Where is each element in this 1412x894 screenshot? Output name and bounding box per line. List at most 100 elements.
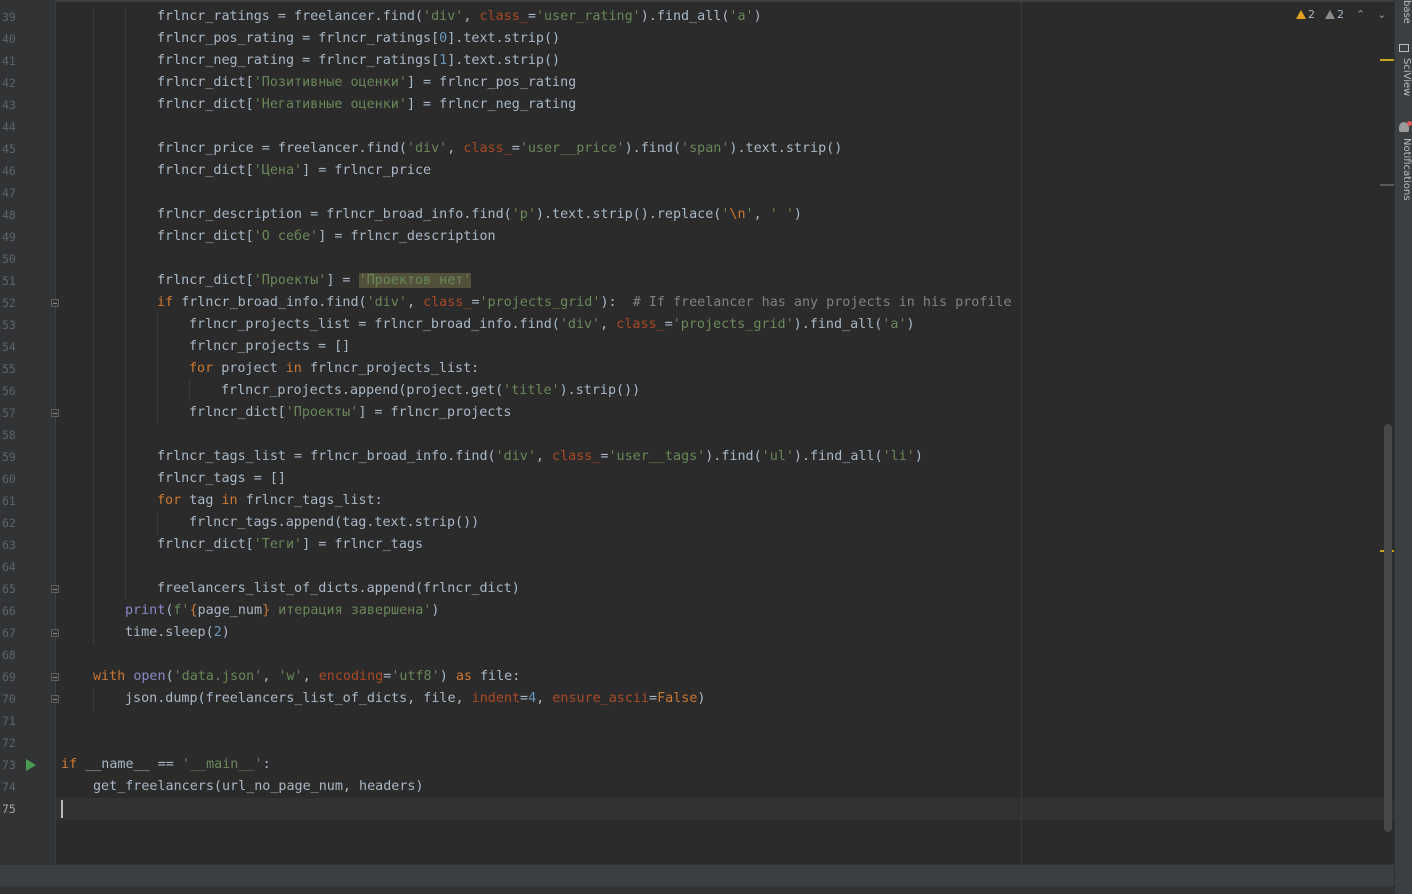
fold-marker-icon[interactable] bbox=[51, 585, 59, 593]
code-line[interactable]: frlncr_projects.append(project.get('titl… bbox=[221, 380, 640, 402]
line-number[interactable]: 54 bbox=[2, 336, 18, 358]
code-line[interactable]: frlncr_dict['О себе'] = frlncr_descripti… bbox=[157, 226, 496, 248]
warnings-indicator[interactable]: 2 bbox=[1296, 8, 1315, 21]
code-line[interactable]: frlncr_description = frlncr_broad_info.f… bbox=[157, 204, 802, 226]
line-number[interactable]: 68 bbox=[2, 644, 18, 666]
line-number[interactable]: 46 bbox=[2, 160, 18, 182]
vertical-scrollbar[interactable] bbox=[1384, 424, 1392, 832]
line-number[interactable]: 60 bbox=[2, 468, 18, 490]
line-number[interactable]: 67 bbox=[2, 622, 18, 644]
code-line[interactable]: if __name__ == '__main__': bbox=[61, 754, 271, 776]
line-number-gutter[interactable]: 39 40 41 42 43 44 45 46 47 48 49 50 51 52 53 54 55 56 57 58… bbox=[0, 0, 56, 864]
tool-window-base[interactable]: base bbox=[1396, 0, 1412, 24]
line-number[interactable]: 71 bbox=[2, 710, 18, 732]
warning-stripe-mark[interactable] bbox=[1380, 59, 1394, 61]
line-number[interactable]: 72 bbox=[2, 732, 18, 754]
code-token: 'Проекты' bbox=[285, 405, 359, 420]
code-line[interactable]: for project in frlncr_projects_list: bbox=[189, 358, 479, 380]
code-token: ] = frlncr_tags bbox=[302, 537, 424, 552]
weak-warning-stripe-mark[interactable] bbox=[1380, 184, 1394, 186]
line-number[interactable]: 47 bbox=[2, 182, 18, 204]
indent-guide bbox=[125, 270, 126, 292]
line-number[interactable]: 69 bbox=[2, 666, 18, 688]
fold-marker-icon[interactable] bbox=[51, 409, 59, 417]
indent-guide bbox=[125, 50, 126, 72]
line-number[interactable]: 57 bbox=[2, 402, 18, 424]
weak-warnings-indicator[interactable]: 2 bbox=[1325, 8, 1344, 21]
code-line[interactable]: print(f'{page_num} итерация завершена') bbox=[125, 600, 439, 622]
indent-guide bbox=[125, 226, 126, 248]
code-token: 'projects_grid' bbox=[479, 295, 601, 310]
code-line[interactable]: frlncr_dict['Проекты'] = 'Проектов нет' bbox=[157, 270, 472, 292]
code-line[interactable]: time.sleep(2) bbox=[125, 622, 230, 644]
code-token: : bbox=[262, 757, 271, 772]
code-token: = bbox=[511, 141, 520, 156]
code-line[interactable]: json.dump(freelancers_list_of_dicts, fil… bbox=[125, 688, 705, 710]
line-number[interactable]: 44 bbox=[2, 116, 18, 138]
code-token: 'a' bbox=[729, 9, 754, 24]
indent-guide bbox=[125, 336, 126, 358]
line-number[interactable]: 61 bbox=[2, 490, 18, 512]
line-number[interactable]: 53 bbox=[2, 314, 18, 336]
line-number[interactable]: 64 bbox=[2, 556, 18, 578]
code-line[interactable]: frlncr_pos_rating = frlncr_ratings[0].te… bbox=[157, 28, 560, 50]
line-number[interactable]: 73 bbox=[2, 754, 18, 776]
code-token: file: bbox=[480, 669, 521, 684]
code-token: frlncr_dict[ bbox=[157, 75, 254, 90]
code-line[interactable]: frlncr_tags = [] bbox=[157, 468, 286, 490]
code-line[interactable]: frlncr_projects = [] bbox=[189, 336, 350, 358]
line-number[interactable]: 74 bbox=[2, 776, 18, 798]
code-line[interactable]: for tag in frlncr_tags_list: bbox=[157, 490, 383, 512]
line-number[interactable]: 62 bbox=[2, 512, 18, 534]
code-line[interactable]: frlncr_neg_rating = frlncr_ratings[1].te… bbox=[157, 50, 560, 72]
line-number[interactable]: 70 bbox=[2, 688, 18, 710]
code-line[interactable]: frlncr_ratings = freelancer.find('div', … bbox=[157, 6, 762, 28]
line-number[interactable]: 63 bbox=[2, 534, 18, 556]
inspection-widget[interactable]: 2 2 ⌃ ⌄ bbox=[1296, 8, 1386, 21]
line-number[interactable]: 42 bbox=[2, 72, 18, 94]
tool-window-sciview[interactable]: SciView bbox=[1396, 58, 1412, 96]
code-line[interactable]: frlncr_tags.append(tag.text.strip()) bbox=[189, 512, 479, 534]
line-number[interactable]: 55 bbox=[2, 358, 18, 380]
line-number[interactable]: 49 bbox=[2, 226, 18, 248]
code-line[interactable]: if frlncr_broad_info.find('div', class_=… bbox=[157, 292, 1012, 314]
line-number[interactable]: 43 bbox=[2, 94, 18, 116]
line-number[interactable]: 65 bbox=[2, 578, 18, 600]
next-highlight-icon[interactable]: ⌄ bbox=[1377, 8, 1386, 21]
fold-marker-icon[interactable] bbox=[51, 629, 59, 637]
previous-highlight-icon[interactable]: ⌃ bbox=[1356, 8, 1365, 21]
indent-guide bbox=[125, 292, 126, 314]
tool-window-notifications[interactable]: Notifications bbox=[1396, 138, 1412, 201]
line-number[interactable]: 52 bbox=[2, 292, 18, 314]
line-number[interactable]: 59 bbox=[2, 446, 18, 468]
code-token: ) bbox=[753, 9, 762, 24]
line-number[interactable]: 50 bbox=[2, 248, 18, 270]
run-gutter-icon[interactable] bbox=[26, 759, 36, 771]
fold-marker-icon[interactable] bbox=[51, 299, 59, 307]
code-line[interactable]: frlncr_dict['Позитивные оценки'] = frlnc… bbox=[157, 72, 576, 94]
fold-marker-icon[interactable] bbox=[51, 673, 59, 681]
code-line[interactable]: get_freelancers(url_no_page_num, headers… bbox=[93, 776, 424, 798]
line-number[interactable]: 56 bbox=[2, 380, 18, 402]
fold-marker-icon[interactable] bbox=[51, 695, 59, 703]
line-number[interactable]: 39 bbox=[2, 6, 18, 28]
code-line[interactable]: frlncr_dict['Теги'] = frlncr_tags bbox=[157, 534, 423, 556]
line-number[interactable]: 75 bbox=[2, 798, 18, 820]
code-token: ).strip()) bbox=[559, 383, 641, 398]
line-number[interactable]: 40 bbox=[2, 28, 18, 50]
line-number[interactable]: 58 bbox=[2, 424, 18, 446]
code-editor[interactable]: 39 40 41 42 43 44 45 46 47 48 49 50 51 52 53 54 55 56 57 58… bbox=[0, 0, 1394, 864]
code-line[interactable]: freelancers_list_of_dicts.append(frlncr_… bbox=[157, 578, 520, 600]
code-line[interactable]: frlncr_dict['Негативные оценки'] = frlnc… bbox=[157, 94, 576, 116]
code-line[interactable]: frlncr_projects_list = frlncr_broad_info… bbox=[189, 314, 915, 336]
line-number[interactable]: 66 bbox=[2, 600, 18, 622]
line-number[interactable]: 41 bbox=[2, 50, 18, 72]
line-number[interactable]: 48 bbox=[2, 204, 18, 226]
line-number[interactable]: 51 bbox=[2, 270, 18, 292]
code-line[interactable]: frlncr_dict['Цена'] = frlncr_price bbox=[157, 160, 431, 182]
code-line[interactable]: frlncr_dict['Проекты'] = frlncr_projects bbox=[189, 402, 512, 424]
code-line[interactable]: frlncr_price = freelancer.find('div', cl… bbox=[157, 138, 842, 160]
code-line[interactable]: frlncr_tags_list = frlncr_broad_info.fin… bbox=[157, 446, 923, 468]
code-line[interactable]: with open('data.json', 'w', encoding='ut… bbox=[93, 666, 520, 688]
line-number[interactable]: 45 bbox=[2, 138, 18, 160]
